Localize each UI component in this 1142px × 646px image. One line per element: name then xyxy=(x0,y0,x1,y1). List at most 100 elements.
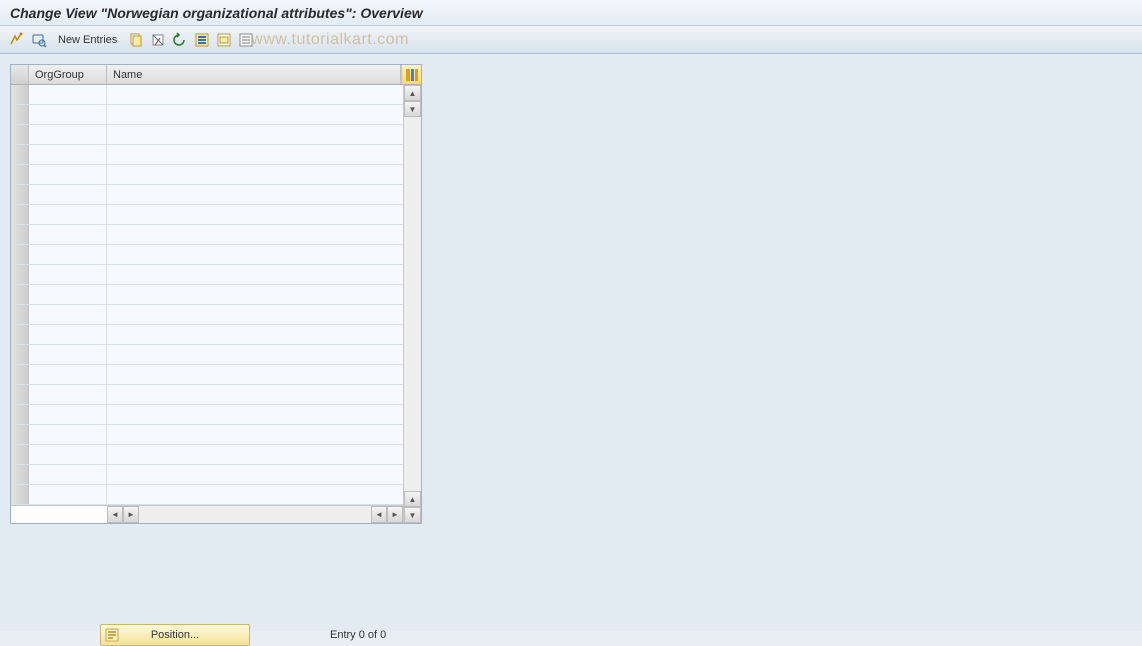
table-row[interactable] xyxy=(11,125,403,145)
toggle-display-change-icon[interactable] xyxy=(8,31,26,49)
row-selector[interactable] xyxy=(11,365,29,384)
row-selector-header[interactable] xyxy=(11,65,29,84)
delete-icon[interactable] xyxy=(149,31,167,49)
cell-name[interactable] xyxy=(107,225,403,244)
cell-name[interactable] xyxy=(107,145,403,164)
cell-name[interactable] xyxy=(107,465,403,484)
row-selector[interactable] xyxy=(11,165,29,184)
scroll-left-icon[interactable]: ◄ xyxy=(107,506,123,523)
cell-orggroup[interactable] xyxy=(29,405,107,424)
cell-orggroup[interactable] xyxy=(29,445,107,464)
row-selector[interactable] xyxy=(11,465,29,484)
cell-name[interactable] xyxy=(107,245,403,264)
table-row[interactable] xyxy=(11,165,403,185)
row-selector[interactable] xyxy=(11,205,29,224)
find-icon[interactable] xyxy=(30,31,48,49)
scroll-up-icon[interactable]: ▲ xyxy=(404,85,421,101)
cell-orggroup[interactable] xyxy=(29,365,107,384)
table-row[interactable] xyxy=(11,385,403,405)
scroll-right2-icon[interactable]: ► xyxy=(387,506,403,523)
table-row[interactable] xyxy=(11,405,403,425)
cell-orggroup[interactable] xyxy=(29,145,107,164)
scroll-right-icon[interactable]: ► xyxy=(123,506,139,523)
row-selector[interactable] xyxy=(11,285,29,304)
cell-name[interactable] xyxy=(107,425,403,444)
cell-name[interactable] xyxy=(107,125,403,144)
row-selector[interactable] xyxy=(11,445,29,464)
select-all-icon[interactable] xyxy=(193,31,211,49)
table-row[interactable] xyxy=(11,345,403,365)
table-row[interactable] xyxy=(11,105,403,125)
table-row[interactable] xyxy=(11,205,403,225)
table-row[interactable] xyxy=(11,265,403,285)
row-selector[interactable] xyxy=(11,185,29,204)
copy-icon[interactable] xyxy=(127,31,145,49)
cell-name[interactable] xyxy=(107,385,403,404)
hscroll-track[interactable] xyxy=(139,506,371,523)
scroll-track[interactable] xyxy=(404,117,421,491)
scroll-left2-icon[interactable]: ◄ xyxy=(371,506,387,523)
table-row[interactable] xyxy=(11,465,403,485)
cell-name[interactable] xyxy=(107,165,403,184)
row-selector[interactable] xyxy=(11,145,29,164)
cell-orggroup[interactable] xyxy=(29,245,107,264)
row-selector[interactable] xyxy=(11,385,29,404)
row-selector[interactable] xyxy=(11,325,29,344)
new-entries-button[interactable]: New Entries xyxy=(52,34,123,46)
cell-name[interactable] xyxy=(107,345,403,364)
cell-name[interactable] xyxy=(107,325,403,344)
horizontal-scrollbar[interactable]: ◄ ► ◄ ► xyxy=(11,505,421,523)
cell-orggroup[interactable] xyxy=(29,105,107,124)
table-row[interactable] xyxy=(11,225,403,245)
table-row[interactable] xyxy=(11,305,403,325)
cell-orggroup[interactable] xyxy=(29,225,107,244)
undo-icon[interactable] xyxy=(171,31,189,49)
cell-orggroup[interactable] xyxy=(29,265,107,284)
table-row[interactable] xyxy=(11,445,403,465)
cell-name[interactable] xyxy=(107,445,403,464)
row-selector[interactable] xyxy=(11,305,29,324)
cell-name[interactable] xyxy=(107,365,403,384)
cell-orggroup[interactable] xyxy=(29,305,107,324)
cell-name[interactable] xyxy=(107,405,403,424)
cell-name[interactable] xyxy=(107,485,403,504)
cell-orggroup[interactable] xyxy=(29,425,107,444)
row-selector[interactable] xyxy=(11,125,29,144)
vertical-scrollbar[interactable]: ▲ ▼ ▲ ▼ xyxy=(403,85,421,523)
row-selector[interactable] xyxy=(11,245,29,264)
column-header-orggroup[interactable]: OrgGroup xyxy=(29,65,107,84)
row-selector[interactable] xyxy=(11,105,29,124)
cell-orggroup[interactable] xyxy=(29,165,107,184)
row-selector[interactable] xyxy=(11,405,29,424)
table-row[interactable] xyxy=(11,365,403,385)
cell-name[interactable] xyxy=(107,185,403,204)
deselect-all-icon[interactable] xyxy=(237,31,255,49)
cell-orggroup[interactable] xyxy=(29,125,107,144)
cell-name[interactable] xyxy=(107,105,403,124)
row-selector[interactable] xyxy=(11,225,29,244)
cell-orggroup[interactable] xyxy=(29,485,107,504)
row-selector[interactable] xyxy=(11,265,29,284)
scroll-down-icon[interactable]: ▼ xyxy=(404,101,421,117)
table-row[interactable] xyxy=(11,285,403,305)
scroll-down2-icon[interactable]: ▼ xyxy=(404,507,421,523)
row-selector[interactable] xyxy=(11,85,29,104)
cell-orggroup[interactable] xyxy=(29,325,107,344)
table-row[interactable] xyxy=(11,245,403,265)
cell-orggroup[interactable] xyxy=(29,345,107,364)
row-selector[interactable] xyxy=(11,345,29,364)
cell-name[interactable] xyxy=(107,285,403,304)
table-row[interactable] xyxy=(11,145,403,165)
select-block-icon[interactable] xyxy=(215,31,233,49)
cell-name[interactable] xyxy=(107,265,403,284)
cell-name[interactable] xyxy=(107,85,403,104)
cell-orggroup[interactable] xyxy=(29,285,107,304)
cell-orggroup[interactable] xyxy=(29,465,107,484)
table-row[interactable] xyxy=(11,485,403,505)
cell-orggroup[interactable] xyxy=(29,205,107,224)
cell-name[interactable] xyxy=(107,205,403,224)
table-row[interactable] xyxy=(11,85,403,105)
table-row[interactable] xyxy=(11,325,403,345)
cell-orggroup[interactable] xyxy=(29,385,107,404)
position-button[interactable]: Position... xyxy=(100,624,250,646)
